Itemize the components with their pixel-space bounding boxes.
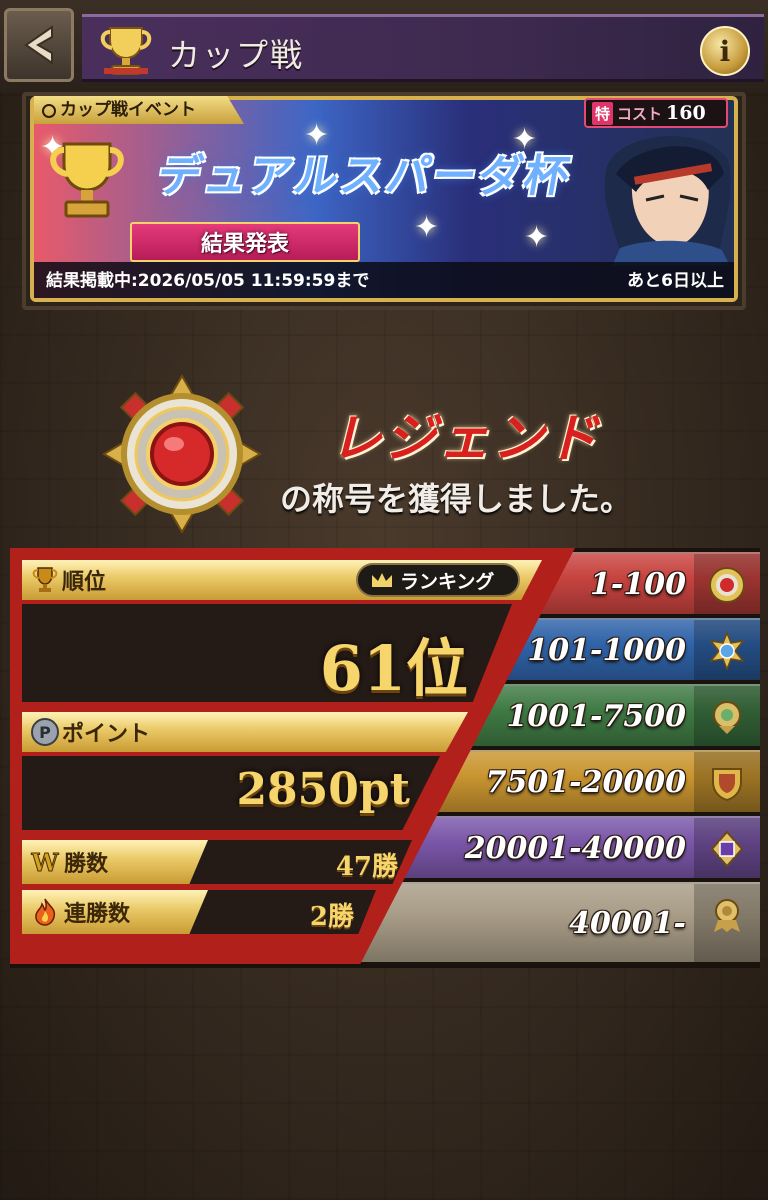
sparkle-icon: ✦ — [414, 210, 440, 245]
result-period: 結果掲載中:2026/05/05 11:59:59まで — [46, 271, 370, 291]
flame-icon — [35, 898, 56, 926]
tier-range: 20001-40000 — [464, 830, 686, 866]
gold-shield-icon — [712, 768, 742, 802]
back-button[interactable] — [4, 8, 74, 82]
cup-trophy-icon — [50, 142, 124, 218]
tier-range: 7501-20000 — [485, 764, 686, 800]
blue-medal-icon — [709, 632, 745, 670]
wins-label: 勝数 — [64, 852, 109, 877]
legend-medal-icon — [102, 374, 262, 534]
info-icon: i — [719, 34, 731, 68]
ranking-button[interactable]: ランキング — [356, 563, 520, 597]
ranking-button-label: ランキング — [400, 570, 495, 593]
trophy-icon — [32, 567, 58, 592]
special-mark: 特 — [592, 101, 614, 125]
point-header: ポイント — [22, 712, 468, 752]
tier-range: 1-100 — [590, 566, 686, 602]
acquired-title-message: の称号を獲得しました。 — [280, 480, 633, 518]
event-category-tab: カップ戦イベント — [34, 96, 244, 124]
point-value: 2850pt — [236, 764, 410, 815]
green-medal-icon — [713, 701, 741, 734]
tier-range: 1001-7500 — [506, 698, 686, 734]
character-portrait — [604, 136, 731, 266]
tier-range: 101-1000 — [527, 632, 686, 668]
page-title: カップ戦 — [168, 36, 305, 74]
purple-badge-icon — [710, 830, 744, 868]
sparkle-icon: ✦ — [524, 220, 550, 255]
streak-value: 2勝 — [309, 902, 354, 932]
rank-label: 順位 — [62, 570, 107, 595]
crown-icon — [372, 573, 392, 587]
bronze-ribbon-icon — [714, 899, 740, 932]
rank-value: 61位 — [319, 632, 468, 705]
cost-badge: 特 コスト 160 — [584, 98, 728, 128]
cost-label: コスト — [617, 104, 663, 123]
svg-text:P: P — [39, 723, 51, 742]
point-coin-icon: P — [31, 718, 59, 746]
event-logo: デュアルスパーダ杯 — [153, 151, 575, 202]
wins-icon: W — [30, 848, 60, 878]
remaining-time: あと6日以上 — [627, 271, 724, 291]
point-label: ポイント — [62, 722, 151, 747]
info-button[interactable]: i — [700, 26, 750, 76]
wins-value: 47勝 — [335, 852, 398, 882]
svg-text:W: W — [31, 848, 60, 877]
streak-label: 連勝数 — [64, 902, 131, 927]
result-announcement-label: 結果発表 — [200, 232, 289, 257]
back-arrow-icon — [24, 25, 53, 65]
trophy-icon — [100, 27, 152, 75]
acquired-title-name: レジェンド — [330, 408, 601, 469]
legend-medal-icon — [709, 567, 745, 603]
tier-range: 40001- — [569, 905, 686, 941]
cost-value: 160 — [666, 102, 706, 124]
